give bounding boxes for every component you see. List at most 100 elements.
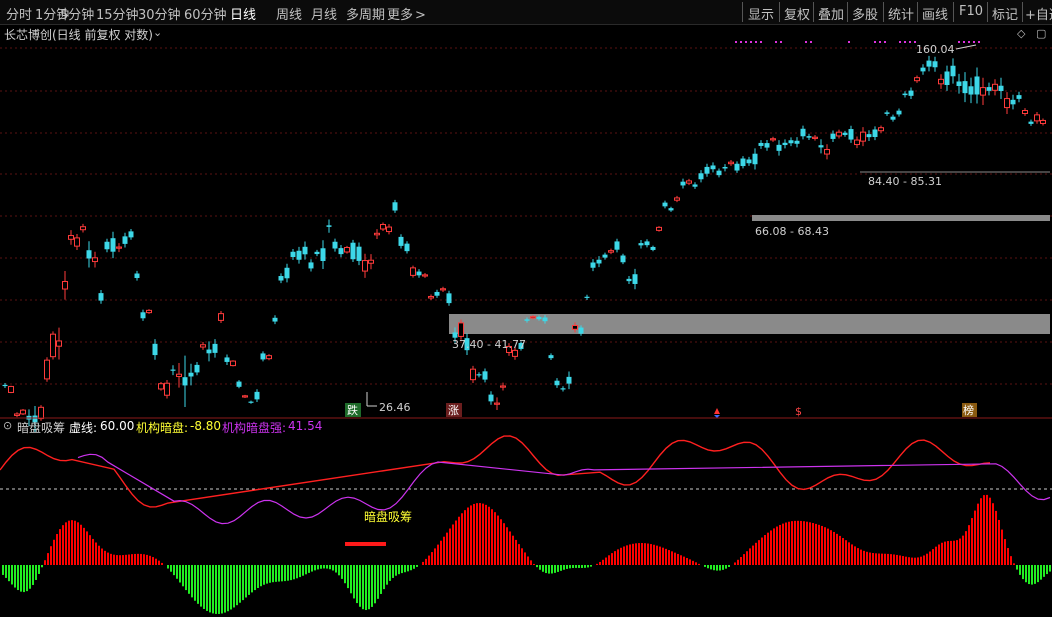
- histogram-bar: [560, 565, 562, 571]
- show-button[interactable]: 显示: [748, 4, 774, 23]
- f10-button[interactable]: F10: [959, 4, 983, 19]
- candle-body-up: [386, 226, 392, 233]
- histogram-bar: [317, 565, 319, 570]
- histogram-bar: [995, 510, 997, 565]
- add-watchlist-button[interactable]: +自选: [1025, 4, 1052, 23]
- stats-button[interactable]: 统计: [888, 4, 914, 23]
- overlay-button[interactable]: 叠加: [818, 4, 844, 23]
- diamond-icon[interactable]: ◇: [1017, 27, 1025, 40]
- histogram-bar: [563, 565, 565, 570]
- mark-button[interactable]: 标记: [992, 4, 1018, 23]
- candle-body-down: [830, 133, 836, 139]
- tab-fenshi[interactable]: 分时: [6, 4, 32, 23]
- candle-body-down: [314, 251, 320, 255]
- histogram-bar: [302, 565, 304, 576]
- tab-15min[interactable]: 15分钟: [96, 4, 139, 23]
- candle-body-down: [650, 246, 656, 250]
- histogram-bar: [296, 565, 298, 579]
- candle-body-down: [776, 144, 782, 151]
- candle-body-down: [134, 273, 140, 279]
- histogram-bar: [332, 565, 334, 571]
- tab-30min[interactable]: 30分钟: [138, 4, 181, 23]
- candle-body-up: [80, 226, 86, 231]
- histogram-bar: [815, 523, 817, 565]
- histogram-bar: [1010, 556, 1012, 565]
- candle-body-down: [794, 140, 800, 144]
- histogram-bar: [260, 565, 262, 587]
- histogram-bar: [413, 565, 415, 569]
- histogram-bar: [167, 565, 169, 569]
- histogram-bar: [716, 565, 718, 571]
- tab-weekly[interactable]: 周线: [276, 4, 302, 23]
- signal-dot: [978, 41, 980, 43]
- histogram-bar: [896, 554, 898, 565]
- multi-stock-button[interactable]: 多股: [852, 4, 878, 23]
- candle-body-down: [188, 372, 194, 377]
- histogram-bar: [998, 519, 1000, 565]
- histogram-bar: [371, 565, 373, 607]
- down-arrow-icon: [714, 415, 720, 418]
- rise-marker-bg: [446, 403, 462, 417]
- histogram-bar: [698, 563, 700, 565]
- candle-body-down: [236, 381, 242, 387]
- histogram-bar: [782, 523, 784, 565]
- candle-body-down: [848, 129, 854, 140]
- histogram-bar: [362, 565, 364, 610]
- candle-body-down: [620, 255, 626, 263]
- histogram-bar: [269, 565, 271, 583]
- histogram-bar: [254, 565, 256, 591]
- candle-body-down: [680, 181, 686, 186]
- histogram-bar: [572, 565, 574, 569]
- candle-body-up: [572, 325, 578, 330]
- histogram-bar: [797, 520, 799, 565]
- tab-5min[interactable]: 5分钟: [60, 4, 94, 23]
- histogram-bar: [242, 565, 244, 601]
- histogram-bar: [320, 565, 322, 569]
- candle-body-up: [500, 385, 506, 388]
- candle-body-down: [404, 243, 410, 252]
- candle-body-down: [524, 319, 530, 321]
- tab-60min[interactable]: 60分钟: [184, 4, 227, 23]
- histogram-bar: [422, 561, 424, 565]
- histogram-bar: [944, 541, 946, 565]
- draw-line-button[interactable]: 画线: [922, 4, 948, 23]
- histogram-bar: [8, 565, 10, 582]
- histogram-bar: [284, 565, 286, 582]
- candle-body-down: [800, 128, 806, 137]
- tab-multi-period[interactable]: 多周期: [346, 4, 385, 23]
- tab-more[interactable]: 更多 >: [387, 4, 426, 23]
- adjust-button[interactable]: 复权: [784, 4, 810, 23]
- window-toggle-icon[interactable]: ▢: [1036, 27, 1046, 40]
- candle-body-up: [218, 313, 224, 321]
- histogram-bar: [761, 537, 763, 565]
- tab-monthly[interactable]: 月线: [311, 4, 337, 23]
- tab-daily[interactable]: 日线: [230, 4, 256, 23]
- histogram-bar: [713, 565, 715, 571]
- histogram-bar: [98, 545, 100, 565]
- candle-body-up: [440, 288, 446, 291]
- candle-body-down: [752, 153, 758, 165]
- candle-body-down: [356, 246, 362, 261]
- histogram-bar: [1025, 565, 1027, 583]
- candle-body-down: [272, 317, 278, 322]
- toolbar-divider: [847, 2, 848, 22]
- histogram-bar: [878, 553, 880, 565]
- histogram-bar: [1007, 548, 1009, 565]
- magenta-signal-dots: [735, 41, 980, 43]
- dark-pool-label: 机构暗盘:: [136, 421, 189, 435]
- histogram-bar: [404, 565, 406, 573]
- price-gridlines: [0, 47, 1052, 385]
- histogram-bar: [425, 558, 427, 565]
- candle-body-down: [2, 384, 8, 387]
- candle-body-down: [248, 401, 254, 403]
- candle-body-down: [86, 250, 92, 259]
- indicator-menu-icon[interactable]: ⊙: [3, 419, 12, 432]
- histogram-bar: [671, 551, 673, 565]
- histogram-bar: [479, 503, 481, 565]
- chevron-down-icon[interactable]: ⌄: [153, 26, 162, 39]
- histogram-bar: [668, 550, 670, 565]
- toolbar-divider: [917, 2, 918, 22]
- institution-strength-line-magenta: [77, 453, 1051, 525]
- histogram-bar: [380, 565, 382, 594]
- candlestick-chart[interactable]: 37.40 - 41.77 66.08 - 68.43 84.40 - 85.3…: [0, 0, 1052, 617]
